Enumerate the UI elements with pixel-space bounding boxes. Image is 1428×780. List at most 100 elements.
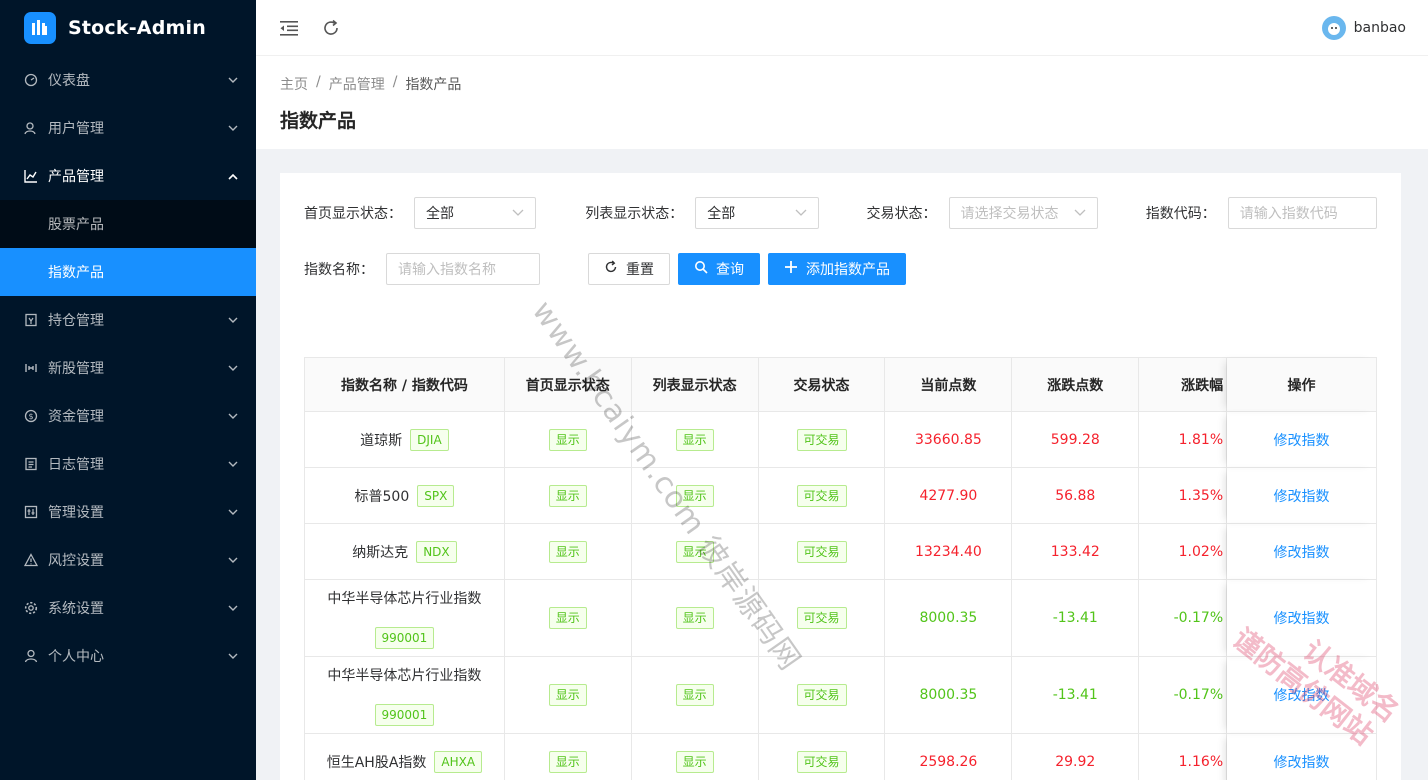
index-code-label: 指数代码：	[1145, 206, 1216, 222]
sidebar-item-1[interactable]: 用户管理	[0, 104, 256, 152]
column-header: 指数名称 / 指数代码	[305, 358, 505, 412]
sidebar-item-6[interactable]: 日志管理	[0, 440, 256, 488]
trade-status-tag: 可交易	[796, 484, 847, 507]
page-title: 指数产品	[280, 110, 357, 132]
top-header: banbao	[256, 0, 1428, 56]
index-name-label: 指数名称：	[304, 262, 374, 278]
sidebar-item-3[interactable]: 持仓管理	[0, 296, 256, 344]
content-card: 首页显示状态： 全部 列表显示状态： 全部 交易状态： 请选择交易状态 指数代码…	[280, 173, 1401, 780]
change-points-cell: 133.42	[1012, 524, 1140, 580]
chevron-down-icon	[512, 205, 524, 221]
sidebar-item-label: 持仓管理	[48, 313, 104, 329]
sidebar-item-5[interactable]: $ 资金管理	[0, 392, 256, 440]
filter-row-1: 首页显示状态： 全部 列表显示状态： 全部 交易状态： 请选择交易状态 指数代码…	[304, 197, 1377, 229]
index-code-input[interactable]: 请输入指数代码	[1227, 197, 1377, 229]
logo[interactable]: Stock-Admin	[0, 0, 256, 56]
trade-status-cell: 可交易	[758, 524, 886, 580]
column-header: 涨跌点数	[1012, 358, 1140, 412]
change-percent-cell: -0.17%	[1139, 580, 1228, 657]
home-status-cell: 显示	[504, 468, 632, 524]
home-status-tag: 显示	[548, 684, 587, 706]
reset-button[interactable]: 重置	[588, 253, 670, 285]
trade-status-tag: 可交易	[796, 684, 847, 706]
search-button-label: 查询	[716, 262, 744, 278]
table-row: 中华半导体芯片行业指数 990001 显示 显示 可交易 8000.35 -13.41 -0.…	[305, 657, 1377, 734]
reset-button-label: 重置	[626, 262, 654, 278]
home-status-select[interactable]: 全部	[414, 197, 537, 229]
change-percent-cell: 1.02%	[1139, 524, 1228, 580]
index-code-tag: NDX	[416, 540, 457, 563]
index-name: 中华半导体芯片行业指数	[327, 590, 482, 607]
index-name-cell: 标普500 SPX	[305, 468, 505, 524]
list-status-tag: 显示	[675, 607, 714, 629]
column-header: 当前点数	[885, 358, 1013, 412]
sidebar-item-10[interactable]: 个人中心	[0, 632, 256, 680]
menu-fold-icon[interactable]	[278, 17, 300, 39]
reload-icon	[604, 260, 618, 278]
home-status-cell: 显示	[504, 580, 632, 657]
sidebar-item-7[interactable]: 管理设置	[0, 488, 256, 536]
search-button[interactable]: 查询	[678, 253, 760, 285]
user-menu[interactable]: banbao	[1321, 15, 1406, 40]
index-code-tag: 990001	[374, 626, 435, 649]
list-status-cell: 显示	[631, 412, 759, 468]
sidebar-item-label: 仪表盘	[48, 73, 90, 89]
trade-status-select[interactable]: 请选择交易状态	[948, 197, 1098, 229]
edit-index-link[interactable]: 修改指数	[1274, 685, 1330, 705]
chevron-down-icon	[228, 555, 238, 565]
person-icon	[24, 649, 38, 663]
list-status-cell: 显示	[631, 580, 759, 657]
user-manage-icon	[24, 121, 38, 135]
index-name: 中华半导体芯片行业指数	[327, 667, 482, 684]
home-status-tag: 显示	[548, 607, 587, 629]
home-status-tag: 显示	[548, 750, 587, 773]
warning-icon	[24, 553, 38, 567]
index-name-input[interactable]: 请输入指数名称	[386, 253, 540, 285]
list-status-select[interactable]: 全部	[695, 197, 819, 229]
action-cell: 修改指数	[1227, 468, 1377, 524]
chevron-down-icon	[795, 205, 807, 221]
sidebar-item-2[interactable]: 产品管理	[0, 152, 256, 200]
trade-status-label: 交易状态：	[866, 206, 937, 222]
chevron-up-icon	[228, 171, 238, 181]
sidebar-item-4[interactable]: 新股管理	[0, 344, 256, 392]
breadcrumb-current: 指数产品	[405, 77, 462, 93]
list-status-cell: 显示	[631, 468, 759, 524]
index-code-tag: 990001	[374, 703, 435, 726]
index-name-cell: 道琼斯 DJIA	[305, 412, 505, 468]
trade-status-tag: 可交易	[796, 607, 847, 629]
page-header: 主页 / 产品管理 / 指数产品 指数产品	[256, 56, 1428, 149]
breadcrumb-home[interactable]: 主页	[280, 74, 308, 94]
edit-index-link[interactable]: 修改指数	[1274, 430, 1330, 450]
sidebar-item-label: 系统设置	[48, 601, 104, 617]
chevron-down-icon	[228, 411, 238, 421]
edit-index-link[interactable]: 修改指数	[1274, 752, 1330, 772]
sidebar-item-9[interactable]: 系统设置	[0, 584, 256, 632]
action-cell: 修改指数	[1227, 734, 1377, 780]
breadcrumb-product[interactable]: 产品管理	[329, 74, 385, 94]
chevron-down-icon	[228, 363, 238, 373]
sidebar-menu: 仪表盘用户管理 产品管理 股票产品 指数产品持仓管理新股管理 $ 资金管理 日志管理 管理设置…	[0, 56, 256, 680]
trade-status-tag: 可交易	[796, 750, 847, 773]
add-index-button[interactable]: 添加指数产品	[768, 253, 906, 285]
list-status-tag: 显示	[675, 428, 714, 451]
edit-index-link[interactable]: 修改指数	[1274, 486, 1330, 506]
current-price-cell: 8000.35	[885, 657, 1013, 734]
submenu-item-1[interactable]: 指数产品	[0, 248, 256, 296]
logo-icon	[24, 12, 56, 44]
change-points-cell: -13.41	[1012, 580, 1140, 657]
list-status-value: 全部	[707, 206, 736, 222]
breadcrumb-separator: /	[316, 74, 321, 90]
column-header: 交易状态	[758, 358, 886, 412]
current-price-cell: 4277.90	[885, 468, 1013, 524]
edit-index-link[interactable]: 修改指数	[1274, 542, 1330, 562]
sidebar-item-8[interactable]: 风控设置	[0, 536, 256, 584]
edit-index-link[interactable]: 修改指数	[1274, 608, 1330, 628]
gear-icon	[24, 601, 38, 615]
column-header: 涨跌幅	[1139, 358, 1228, 412]
sidebar-item-0[interactable]: 仪表盘	[0, 56, 256, 104]
current-price-cell: 2598.26	[885, 734, 1013, 780]
action-cell: 修改指数	[1227, 580, 1377, 657]
submenu-item-0[interactable]: 股票产品	[0, 200, 256, 248]
refresh-icon[interactable]	[320, 17, 342, 39]
